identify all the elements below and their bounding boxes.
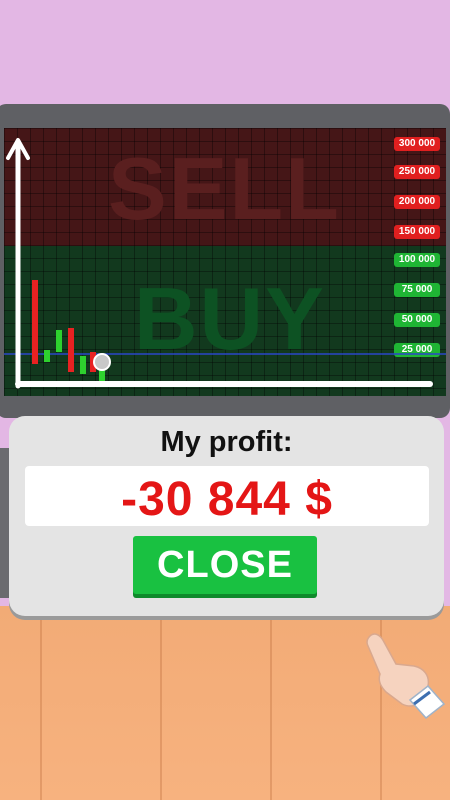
floor-plank-line	[40, 606, 42, 800]
profit-value-box: -30 844 $	[25, 466, 429, 526]
floor-plank-line	[270, 606, 272, 800]
floor-plank-line	[160, 606, 162, 800]
current-price-marker-icon	[93, 353, 111, 371]
trading-chart-screen: SELL BUY 300 000 250 000 200 000 150 000…	[4, 128, 446, 396]
candle-down	[68, 328, 74, 372]
close-button[interactable]: CLOSE	[133, 536, 317, 594]
close-button-label: CLOSE	[157, 544, 293, 586]
profit-panel: My profit: -30 844 $ CLOSE	[9, 416, 444, 616]
candle-up	[56, 330, 62, 352]
pointing-hand-icon	[366, 633, 446, 720]
chart-axes	[4, 138, 446, 389]
profit-value: -30 844 $	[121, 473, 333, 526]
candle-up	[44, 350, 50, 362]
profit-title: My profit:	[160, 426, 293, 458]
candle-up	[80, 356, 86, 374]
candle-down	[32, 280, 38, 364]
